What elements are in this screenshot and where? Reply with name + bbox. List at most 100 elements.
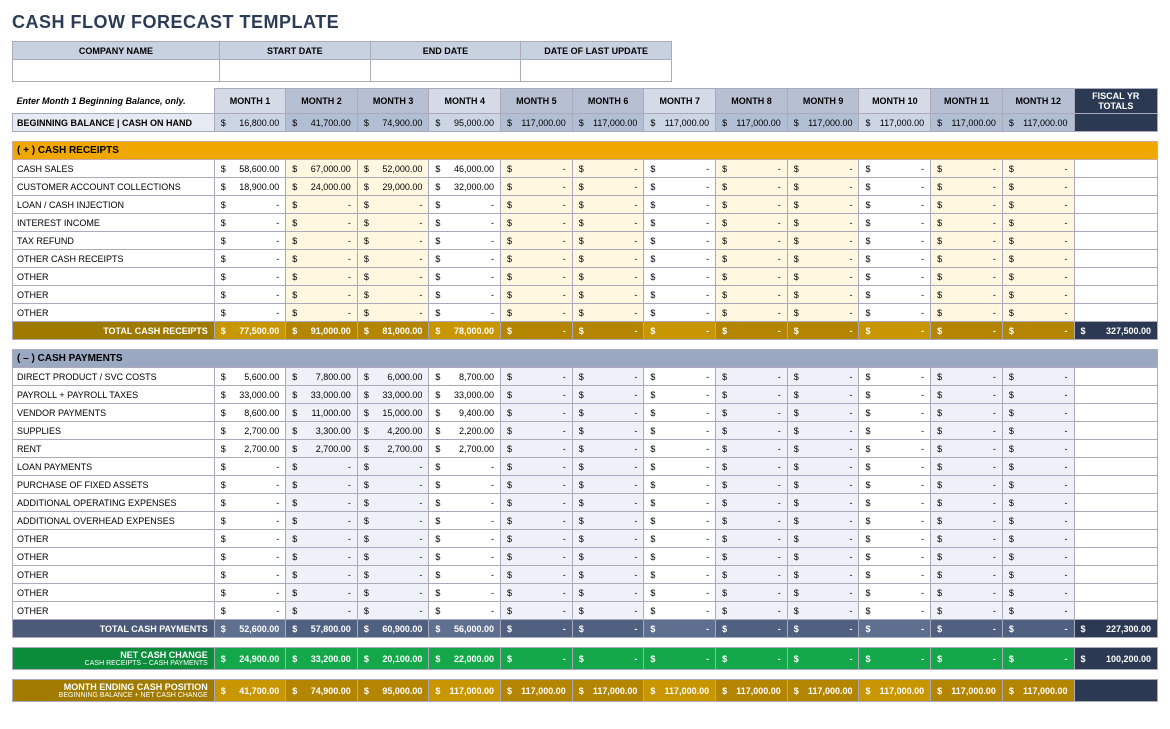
data-cell[interactable]: $-	[1002, 232, 1074, 250]
data-cell[interactable]: $-	[931, 368, 1003, 386]
data-cell[interactable]: $-	[1002, 422, 1074, 440]
data-cell[interactable]: $-	[644, 422, 716, 440]
data-cell[interactable]: $-	[787, 250, 859, 268]
data-cell[interactable]: $-	[357, 512, 429, 530]
begbal-m3[interactable]: $74,900.00	[357, 114, 429, 132]
data-cell[interactable]: $-	[859, 602, 931, 620]
data-cell[interactable]: $-	[787, 422, 859, 440]
data-cell[interactable]: $-	[644, 196, 716, 214]
data-cell[interactable]: $-	[357, 250, 429, 268]
data-cell[interactable]: $-	[1002, 286, 1074, 304]
begbal-m1[interactable]: $16,800.00	[214, 114, 286, 132]
data-cell[interactable]: $-	[931, 178, 1003, 196]
begbal-m6[interactable]: $117,000.00	[572, 114, 644, 132]
data-cell[interactable]: $-	[357, 214, 429, 232]
begbal-m2[interactable]: $41,700.00	[286, 114, 358, 132]
data-cell[interactable]: $-	[1002, 250, 1074, 268]
data-cell[interactable]: $-	[787, 232, 859, 250]
data-cell[interactable]: $-	[787, 512, 859, 530]
data-cell[interactable]: $-	[931, 268, 1003, 286]
data-cell[interactable]: $-	[501, 286, 573, 304]
data-cell[interactable]: $8,700.00	[429, 368, 501, 386]
data-cell[interactable]: $-	[214, 602, 286, 620]
data-cell[interactable]: $-	[931, 530, 1003, 548]
data-cell[interactable]: $-	[716, 602, 788, 620]
data-cell[interactable]: $-	[716, 512, 788, 530]
begbal-m8[interactable]: $117,000.00	[716, 114, 788, 132]
data-cell[interactable]: $-	[716, 530, 788, 548]
data-cell[interactable]: $52,000.00	[357, 160, 429, 178]
data-cell[interactable]: $-	[286, 304, 358, 322]
data-cell[interactable]: $-	[357, 268, 429, 286]
data-cell[interactable]: $-	[572, 494, 644, 512]
data-cell[interactable]: $-	[501, 440, 573, 458]
data-cell[interactable]: $-	[859, 422, 931, 440]
data-cell[interactable]: $-	[931, 602, 1003, 620]
data-cell[interactable]: $-	[644, 232, 716, 250]
data-cell[interactable]: $-	[1002, 196, 1074, 214]
data-cell[interactable]: $4,200.00	[357, 422, 429, 440]
data-cell[interactable]: $-	[501, 214, 573, 232]
data-cell[interactable]: $-	[572, 458, 644, 476]
data-cell[interactable]: $-	[572, 368, 644, 386]
data-cell[interactable]: $-	[501, 476, 573, 494]
data-cell[interactable]: $-	[644, 548, 716, 566]
data-cell[interactable]: $-	[286, 602, 358, 620]
data-cell[interactable]: $-	[429, 494, 501, 512]
data-cell[interactable]: $-	[286, 494, 358, 512]
data-cell[interactable]: $-	[429, 214, 501, 232]
data-cell[interactable]: $-	[572, 404, 644, 422]
data-cell[interactable]: $-	[931, 548, 1003, 566]
data-cell[interactable]: $-	[644, 458, 716, 476]
data-cell[interactable]: $-	[644, 250, 716, 268]
data-cell[interactable]: $-	[716, 440, 788, 458]
data-cell[interactable]: $-	[501, 232, 573, 250]
data-cell[interactable]: $-	[214, 196, 286, 214]
data-cell[interactable]: $-	[931, 250, 1003, 268]
data-cell[interactable]: $-	[357, 494, 429, 512]
data-cell[interactable]: $-	[644, 566, 716, 584]
data-cell[interactable]: $-	[572, 422, 644, 440]
data-cell[interactable]: $-	[501, 196, 573, 214]
data-cell[interactable]: $-	[357, 584, 429, 602]
data-cell[interactable]: $9,400.00	[429, 404, 501, 422]
data-cell[interactable]: $-	[572, 440, 644, 458]
data-cell[interactable]: $-	[1002, 494, 1074, 512]
begbal-m12[interactable]: $117,000.00	[1002, 114, 1074, 132]
data-cell[interactable]: $-	[429, 268, 501, 286]
data-cell[interactable]: $-	[286, 530, 358, 548]
data-cell[interactable]: $-	[716, 232, 788, 250]
data-cell[interactable]: $-	[286, 286, 358, 304]
data-cell[interactable]: $-	[1002, 214, 1074, 232]
data-cell[interactable]: $-	[716, 268, 788, 286]
data-cell[interactable]: $-	[357, 566, 429, 584]
data-cell[interactable]: $-	[1002, 178, 1074, 196]
data-cell[interactable]: $-	[286, 214, 358, 232]
data-cell[interactable]: $-	[931, 566, 1003, 584]
info-update-cell[interactable]	[521, 60, 672, 82]
data-cell[interactable]: $-	[572, 530, 644, 548]
data-cell[interactable]: $-	[214, 512, 286, 530]
data-cell[interactable]: $-	[214, 214, 286, 232]
data-cell[interactable]: $-	[787, 476, 859, 494]
data-cell[interactable]: $-	[572, 548, 644, 566]
data-cell[interactable]: $-	[357, 548, 429, 566]
info-start-cell[interactable]	[219, 60, 370, 82]
data-cell[interactable]: $-	[214, 494, 286, 512]
data-cell[interactable]: $2,700.00	[429, 440, 501, 458]
data-cell[interactable]: $-	[501, 548, 573, 566]
data-cell[interactable]: $-	[859, 250, 931, 268]
data-cell[interactable]: $-	[501, 512, 573, 530]
data-cell[interactable]: $-	[787, 268, 859, 286]
data-cell[interactable]: $-	[931, 440, 1003, 458]
data-cell[interactable]: $-	[572, 286, 644, 304]
data-cell[interactable]: $-	[716, 548, 788, 566]
data-cell[interactable]: $-	[357, 458, 429, 476]
data-cell[interactable]: $-	[214, 548, 286, 566]
data-cell[interactable]: $-	[501, 422, 573, 440]
data-cell[interactable]: $-	[429, 584, 501, 602]
info-company-cell[interactable]	[13, 60, 220, 82]
begbal-m9[interactable]: $117,000.00	[787, 114, 859, 132]
data-cell[interactable]: $-	[787, 602, 859, 620]
data-cell[interactable]: $-	[1002, 530, 1074, 548]
